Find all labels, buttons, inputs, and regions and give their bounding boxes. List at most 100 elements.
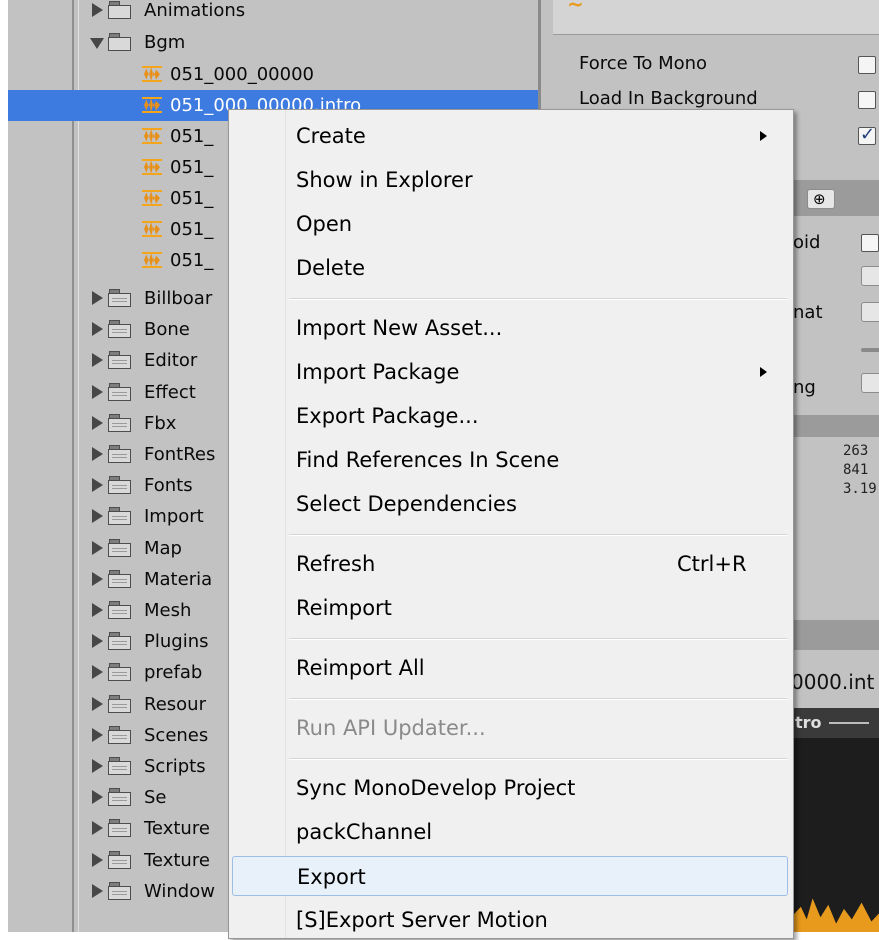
menu-item-select-dependencies[interactable]: Select Dependencies [232,484,788,524]
preview-drag-handle[interactable] [829,722,869,724]
quality-slider[interactable] [861,348,879,352]
tree-folder-label: FontRes [144,444,216,465]
menu-item-delete[interactable]: Delete [232,248,788,288]
tree-file-label: 051_ [170,126,214,147]
menu-item-find-references-in-scene[interactable]: Find References In Scene [232,440,788,480]
folder-icon [108,725,131,744]
info-line: 3.19 [843,481,877,497]
expand-arrow-icon[interactable] [90,820,104,836]
expand-arrow-icon[interactable] [90,446,104,462]
menu-item-export[interactable]: Export [232,856,788,896]
import-info: 263 841 3.19 [843,442,877,499]
expand-arrow-icon[interactable] [90,883,104,899]
expand-arrow-icon[interactable] [90,290,104,306]
expand-arrow-icon[interactable] [90,571,104,587]
menu-item-export-package[interactable]: Export Package... [232,396,788,436]
menu-item-sync-monodevelop-project[interactable]: Sync MonoDevelop Project [232,768,788,808]
menu-item-s-export-server-motion[interactable]: [S]Export Server Motion [232,900,788,940]
tree-folder-label: Map [144,537,182,559]
info-line: 841 [843,462,869,478]
folder-icon [108,1,131,19]
menu-item-refresh[interactable]: Refresh Ctrl+R [232,544,788,584]
android-override-label: oid [793,232,821,253]
expand-arrow-icon[interactable] [90,758,104,774]
menu-separator [289,298,787,300]
expand-arrow-icon[interactable] [90,477,104,493]
menu-item-label: Sync MonoDevelop Project [296,776,576,800]
audio-clip-icon [140,156,164,178]
expand-arrow-icon[interactable] [90,727,104,743]
audio-clip-icon [140,125,164,147]
force-to-mono-checkbox[interactable] [858,56,876,74]
menu-item-reimport-all[interactable]: Reimport All [232,648,788,688]
compression-format-dropdown[interactable] [861,302,879,322]
menu-item-label: Import Package [296,360,460,384]
folder-icon [108,850,131,869]
audio-clip-icon [140,218,164,240]
preview-title: tro [791,708,879,738]
menu-item-create[interactable]: Create [232,116,788,156]
menu-item-packchannel[interactable]: packChannel [232,812,788,852]
expand-arrow-icon[interactable] [90,852,104,868]
expand-arrow-icon[interactable] [90,352,104,368]
globe-icon[interactable]: ⊕ [807,189,835,209]
menu-item-import-new-asset[interactable]: Import New Asset... [232,308,788,348]
folder-icon [108,663,131,682]
expand-arrow-icon[interactable] [90,789,104,805]
tree-file[interactable]: 051_000_00000 [8,59,538,90]
context-menu: Create Show in Explorer Open Delete Import N… [228,109,794,939]
tree-folder-label: Texture [144,849,210,871]
menu-item-shortcut: Ctrl+R [677,552,747,576]
tree-folder-label: Effect [144,381,196,403]
load-in-background-label: Load In Background [579,88,758,109]
expand-arrow-icon[interactable] [90,664,104,680]
audio-clip-icon [140,187,164,209]
folder-icon [108,788,131,807]
menu-item-label: Select Dependencies [296,492,517,516]
menu-item-label: Reimport [296,596,392,620]
expand-arrow-icon[interactable] [90,508,104,524]
audio-preview [791,708,879,932]
folder-icon [108,694,131,713]
tree-folder-label: Texture [144,818,210,840]
tree-folder-bgm[interactable]: Bgm [8,27,538,58]
expand-arrow-icon[interactable] [90,696,104,712]
menu-item-reimport[interactable]: Reimport [232,588,788,628]
tree-folder-label: Scripts [144,756,206,777]
expand-arrow-icon[interactable] [90,540,104,556]
folder-icon [108,320,131,339]
force-to-mono-label: Force To Mono [579,53,708,74]
folder-icon [108,445,131,463]
tree-folder-label: Window [144,880,215,902]
tree-folder-label: Resour [144,693,206,715]
expand-arrow-icon[interactable] [90,321,104,337]
folder-icon [108,601,131,619]
audio-clip-icon [140,249,164,271]
info-line: 263 [843,443,869,459]
expand-arrow-icon[interactable] [90,2,104,18]
preload-audio-checkbox[interactable] [858,124,876,145]
load-in-background-checkbox[interactable] [858,91,876,109]
tree-folder-animations[interactable]: Animations [8,0,538,26]
open-folder-icon [108,33,131,51]
load-type-dropdown[interactable] [861,266,879,286]
override-checkbox[interactable] [861,234,879,252]
menu-item-run-api-updater: Run API Updater... [232,708,788,748]
menu-item-label: Refresh [296,552,376,576]
menu-item-show-in-explorer[interactable]: Show in Explorer [232,160,788,200]
preview-title-text: tro [795,713,822,732]
collapse-arrow-icon[interactable] [90,34,104,50]
folder-icon [108,819,131,838]
menu-separator [289,758,787,760]
folder-icon [108,632,131,651]
expand-arrow-icon[interactable] [90,633,104,649]
inspector-header: ~ [553,0,879,35]
menu-item-import-package[interactable]: Import Package [232,352,788,392]
menu-item-open[interactable]: Open [232,204,788,244]
expand-arrow-icon[interactable] [90,415,104,431]
info-header [791,415,879,437]
sample-rate-dropdown[interactable] [861,373,879,393]
expand-arrow-icon[interactable] [90,602,104,618]
expand-arrow-icon[interactable] [90,384,104,400]
menu-item-label: Create [296,124,366,148]
